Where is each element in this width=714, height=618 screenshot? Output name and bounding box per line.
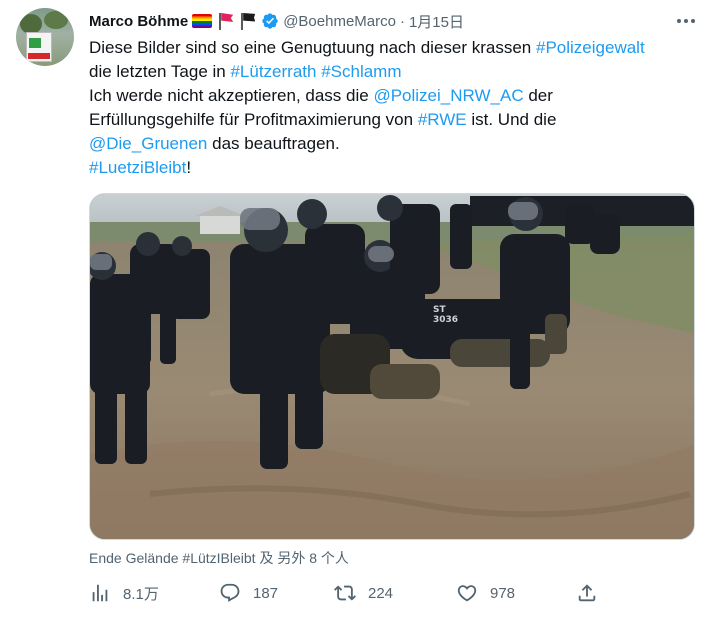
tweet-text-line: die letzten Tage in #Lützerrath #Schlamm <box>89 60 699 84</box>
tweet-text-line: #LuetziBleibt! <box>89 156 699 180</box>
like-count: 978 <box>490 584 516 602</box>
avatar-tree <box>44 11 68 29</box>
tweet-text-segment: die letzten Tage in <box>89 62 231 81</box>
avatar-sign-logo <box>29 38 41 48</box>
retweet-icon <box>334 585 356 601</box>
black-flag-icon <box>238 12 256 30</box>
reply-count: 187 <box>253 584 279 602</box>
tweet-text-line: Ich werde nicht akzeptieren, dass die @P… <box>89 84 699 108</box>
tweet-text-segment: der <box>523 86 553 105</box>
hashtag-link[interactable]: #RWE <box>418 110 467 129</box>
display-name[interactable]: Marco Böhme <box>89 13 188 30</box>
tweet-text-segment: das beauftragen. <box>207 134 340 153</box>
reply-button[interactable]: 187 <box>219 578 278 608</box>
more-options-button[interactable] <box>673 8 699 34</box>
action-bar: 8.1万 187 224 978 <box>89 578 699 608</box>
like-button[interactable]: 978 <box>456 578 515 608</box>
svg-text:3036: 3036 <box>433 315 458 325</box>
tweet-media[interactable]: ST 3036 <box>89 193 695 540</box>
tagged-users[interactable]: Ende Gelände #LützIBleibt 及 另外 8 个人 <box>89 548 349 568</box>
red-flag-icon <box>216 12 234 30</box>
tweet-text-line: Erfüllungsgehilfe für Profitmaximierung … <box>89 108 699 132</box>
tweet-text-segment: Erfüllungsgehilfe für Profitmaximierung … <box>89 110 418 129</box>
tweet[interactable]: Marco Böhme @BoehmeMarco · 1月15日 Diese B… <box>0 0 714 618</box>
views-button[interactable]: 8.1万 <box>89 578 159 608</box>
rainbow-flag-icon <box>192 14 213 28</box>
handle[interactable]: @BoehmeMarco <box>283 13 396 30</box>
mention-link[interactable]: @Die_Gruenen <box>89 134 207 153</box>
tweet-text-segment: Diese Bilder sind so eine Genugtuung nac… <box>89 38 536 57</box>
tweet-text-segment: ! <box>186 158 192 177</box>
views-icon <box>92 584 108 602</box>
tweet-text-line: @Die_Gruenen das beauftragen. <box>89 132 699 156</box>
share-icon <box>578 584 596 602</box>
reply-icon <box>220 583 240 602</box>
retweet-count: 224 <box>368 584 394 602</box>
hashtag-link[interactable]: #Schlamm <box>321 62 401 81</box>
mention-link[interactable]: @Polizei_NRW_AC <box>373 86 523 105</box>
verified-badge-icon <box>262 13 278 29</box>
views-count: 8.1万 <box>123 585 159 603</box>
tweet-header: Marco Böhme @BoehmeMarco · 1月15日 <box>89 10 464 32</box>
avatar[interactable] <box>16 8 74 66</box>
timestamp[interactable]: 1月15日 <box>409 11 464 32</box>
retweet-button[interactable]: 224 <box>334 578 393 608</box>
tweet-text-line: Diese Bilder sind so eine Genugtuung nac… <box>89 36 699 60</box>
more-icon <box>677 19 681 23</box>
heart-icon <box>457 585 477 602</box>
police-in-mud-photo: ST 3036 <box>90 194 694 539</box>
avatar-sign-banner <box>28 53 50 59</box>
tweet-text-segment: ist. Und die <box>466 110 557 129</box>
avatar-tree <box>20 14 42 34</box>
separator: · <box>399 12 405 30</box>
hashtag-link[interactable]: #Lützerrath <box>230 62 316 81</box>
hashtag-link[interactable]: #LuetziBleibt <box>89 158 186 177</box>
hashtag-link[interactable]: #Polizeigewalt <box>536 38 645 57</box>
svg-text:ST: ST <box>433 305 446 315</box>
tweet-text: Diese Bilder sind so eine Genugtuung nac… <box>89 36 699 180</box>
share-button[interactable] <box>576 578 598 608</box>
tweet-text-segment: Ich werde nicht akzeptieren, dass die <box>89 86 374 105</box>
